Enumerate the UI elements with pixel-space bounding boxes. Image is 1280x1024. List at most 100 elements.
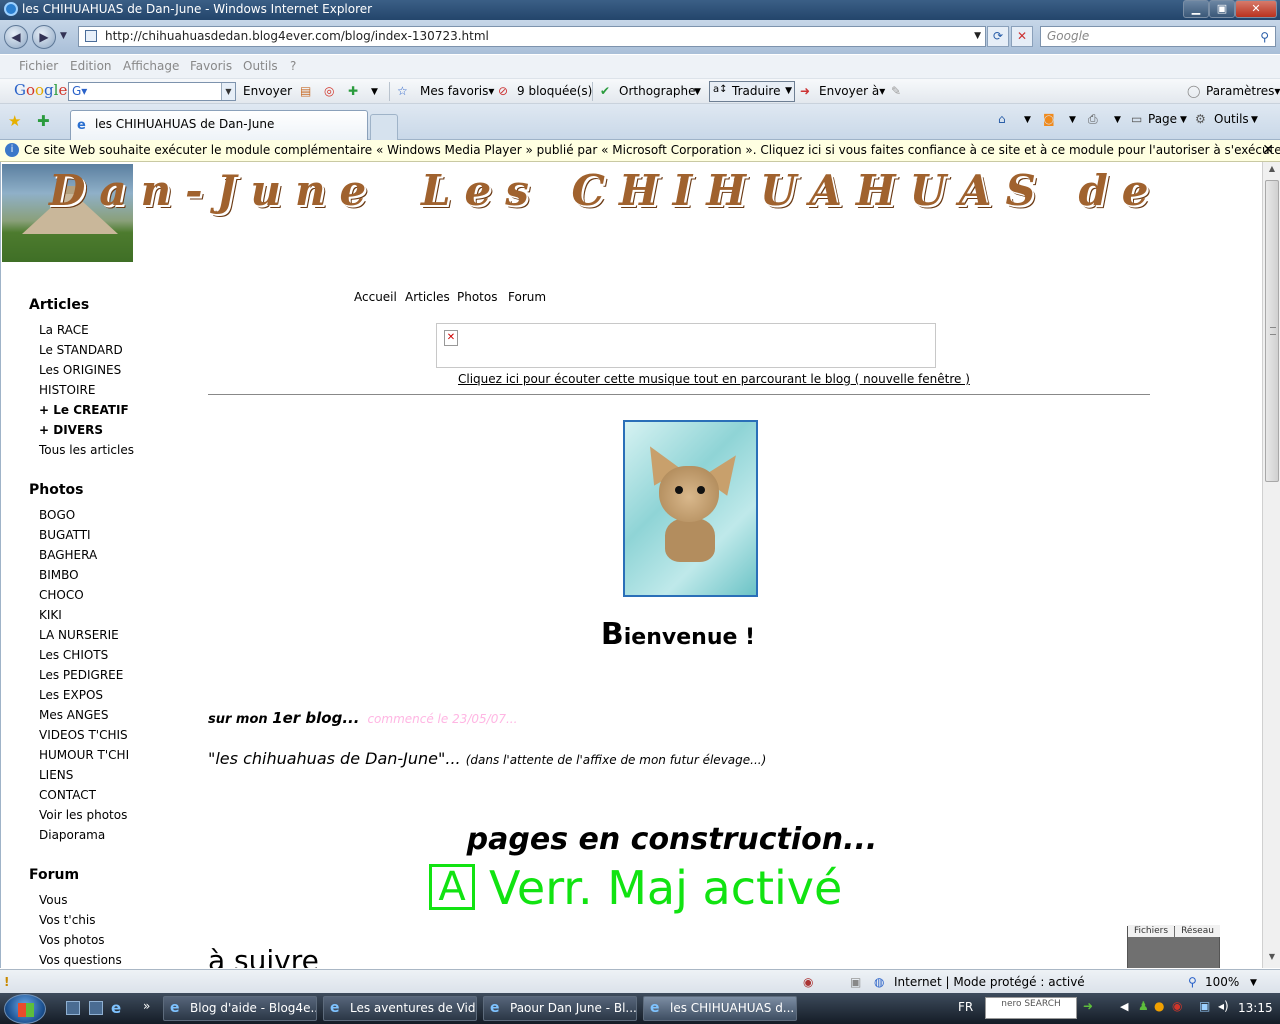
network-icon[interactable]: ▣ <box>1199 999 1210 1013</box>
popup-blocked-button[interactable]: 9 bloquée(s) <box>517 84 592 98</box>
vertical-scrollbar[interactable]: ▲ ▼ <box>1262 162 1280 968</box>
sidebar-item-histoire[interactable]: HISTOIRE <box>39 383 95 397</box>
settings-icon[interactable]: ◯ <box>1187 84 1200 98</box>
send-to-button[interactable]: Envoyer à▾ <box>819 84 885 98</box>
media-player-placeholder[interactable]: ✕ <box>436 323 936 368</box>
chihuahua-photo[interactable] <box>623 420 758 597</box>
zoom-level[interactable]: 100% <box>1205 975 1239 989</box>
forward-button[interactable]: ▶ <box>32 25 56 49</box>
pencil-icon[interactable]: ✎ <box>891 84 901 98</box>
nero-search-box[interactable]: nero SEARCH <box>985 997 1077 1019</box>
print-icon[interactable]: ⎙ <box>1088 112 1098 127</box>
clock[interactable]: 13:15 <box>1238 1001 1273 1015</box>
sidebar-item-vos-photos[interactable]: Vos photos <box>39 933 105 947</box>
close-icon[interactable]: ✕ <box>1262 140 1274 161</box>
switch-windows-icon[interactable] <box>89 1001 103 1015</box>
sidebar-item-vous[interactable]: Vous <box>39 893 67 907</box>
sidebar-item-all-articles[interactable]: Tous les articles <box>39 443 134 457</box>
scroll-up-icon[interactable]: ▲ <box>1265 164 1279 178</box>
sidebar-item-liens[interactable]: LIENS <box>39 768 73 782</box>
show-desktop-icon[interactable] <box>66 1001 80 1015</box>
address-input[interactable]: http://chihuahuasdedan.blog4ever.com/blo… <box>78 26 986 47</box>
refresh-button[interactable]: ⟳ <box>987 26 1009 47</box>
new-tab-button[interactable] <box>370 114 398 140</box>
tab-active[interactable]: e les CHIHUAHUAS de Dan-June <box>70 110 368 140</box>
sidebar-item-bimbo[interactable]: BIMBO <box>39 568 79 582</box>
chevron-down-icon[interactable]: ▼ <box>1180 115 1187 125</box>
scroll-thumb[interactable] <box>1265 180 1279 482</box>
ie-quicklaunch-icon[interactable]: e <box>111 999 121 1017</box>
start-button[interactable] <box>4 994 46 1024</box>
add-favorite-icon[interactable]: ✚ <box>37 112 50 130</box>
users-icon[interactable]: ♟ <box>1138 999 1149 1013</box>
chevron-down-icon[interactable]: ▼ <box>785 86 792 96</box>
more-icon[interactable]: » <box>143 999 150 1013</box>
sidebar-item-pedigree[interactable]: Les PEDIGREE <box>39 668 123 682</box>
chevron-down-icon[interactable]: ▼ <box>1114 115 1121 125</box>
protected-mode-icon[interactable]: ▣ <box>850 975 861 989</box>
sidebar-item-expos[interactable]: Les EXPOS <box>39 688 103 702</box>
spin-icon[interactable]: ◎ <box>324 84 334 98</box>
menu-edition[interactable]: Edition <box>70 59 112 73</box>
sidebar-item-vos-tchis[interactable]: Vos t'chis <box>39 913 95 927</box>
rss-icon[interactable]: ◙ <box>1043 112 1055 126</box>
maximize-button[interactable]: ▣ <box>1209 0 1235 18</box>
menu-favoris[interactable]: Favoris <box>190 59 232 73</box>
nav-forum[interactable]: Forum <box>508 290 546 304</box>
chevron-down-icon[interactable]: ▼ <box>1250 978 1257 988</box>
sidebar-item-creatif[interactable]: + Le CREATIF <box>39 403 129 417</box>
taskbar-item[interactable]: e Les aventures de Vid... <box>323 996 477 1021</box>
chevron-down-icon[interactable]: ▼ <box>694 87 701 97</box>
nav-articles[interactable]: Articles <box>405 290 450 304</box>
menu-affichage[interactable]: Affichage <box>123 59 179 73</box>
sidebar-item-bugatti[interactable]: BUGATTI <box>39 528 91 542</box>
address-dropdown-icon[interactable]: ▼ <box>974 27 981 46</box>
sidebar-item-contact[interactable]: CONTACT <box>39 788 96 802</box>
chevron-down-icon[interactable]: ▼ <box>1024 115 1031 125</box>
sidebar-item-choco[interactable]: CHOCO <box>39 588 84 602</box>
stop-button[interactable]: ✕ <box>1011 26 1033 47</box>
close-window-button[interactable]: ✕ <box>1235 0 1277 18</box>
tools-menu-button[interactable]: Outils <box>1214 112 1249 126</box>
minimize-button[interactable]: ▁ <box>1183 0 1209 18</box>
google-send-button[interactable]: Envoyer <box>243 84 292 98</box>
information-bar[interactable]: i Ce site Web souhaite exécuter le modul… <box>0 140 1280 162</box>
antivirus-icon[interactable]: ◉ <box>1172 999 1182 1013</box>
nav-accueil[interactable]: Accueil <box>354 290 397 304</box>
music-link[interactable]: Cliquez ici pour écouter cette musique t… <box>458 372 970 386</box>
language-indicator[interactable]: FR <box>958 1000 973 1014</box>
chevron-down-icon[interactable]: ▼ <box>1069 115 1076 125</box>
menu-outils[interactable]: Outils <box>243 59 278 73</box>
back-button[interactable]: ◀ <box>4 25 28 49</box>
star-icon[interactable]: ☆ <box>397 84 408 98</box>
favorites-button[interactable]: Mes favoris▾ <box>420 84 494 98</box>
send-to-icon[interactable]: ➜ <box>800 84 810 98</box>
sidebar-item-all-photos[interactable]: Voir les photos <box>39 808 127 822</box>
favorites-center-icon[interactable]: ★ <box>8 112 21 130</box>
arrow-icon[interactable]: ➜ <box>1083 999 1093 1013</box>
sidebar-item-bogo[interactable]: BOGO <box>39 508 75 522</box>
window-title-bar[interactable]: les CHIHUAHUAS de Dan-June - Windows Int… <box>0 0 1280 20</box>
privacy-icon[interactable]: ◉ <box>803 975 813 989</box>
taskbar-item-active[interactable]: e les CHIHUAHUAS d... <box>643 996 797 1021</box>
security-zone-text[interactable]: Internet | Mode protégé : activé <box>894 975 1085 989</box>
google-logo[interactable]: Google <box>14 81 67 99</box>
messenger-icon[interactable]: ● <box>1154 999 1164 1013</box>
sidebar-item-anges[interactable]: Mes ANGES <box>39 708 109 722</box>
nav-photos[interactable]: Photos <box>457 290 497 304</box>
sidebar-item-videos[interactable]: VIDEOS T'CHIS <box>39 728 128 742</box>
chevron-down-icon[interactable]: ▼ <box>221 83 235 100</box>
news-icon[interactable]: ▤ <box>300 84 311 98</box>
google-search-box[interactable]: G▾ ▼ <box>68 82 236 101</box>
sidebar-item-standard[interactable]: Le STANDARD <box>39 343 123 357</box>
sidebar-item-origines[interactable]: Les ORIGINES <box>39 363 121 377</box>
search-input[interactable]: Google ⚲ <box>1040 26 1276 47</box>
search-icon[interactable]: ⚲ <box>1260 28 1269 47</box>
spellcheck-icon[interactable]: ✔ <box>600 84 610 98</box>
tray-expand-icon[interactable]: ◀ <box>1120 1000 1128 1013</box>
taskbar-item[interactable]: e Paour Dan June - Bl... <box>483 996 637 1021</box>
volume-icon[interactable]: ◂) <box>1218 999 1229 1013</box>
warning-icon[interactable]: ! <box>4 975 9 989</box>
spellcheck-button[interactable]: Orthographe <box>619 84 696 98</box>
sidebar-item-race[interactable]: La RACE <box>39 323 89 337</box>
